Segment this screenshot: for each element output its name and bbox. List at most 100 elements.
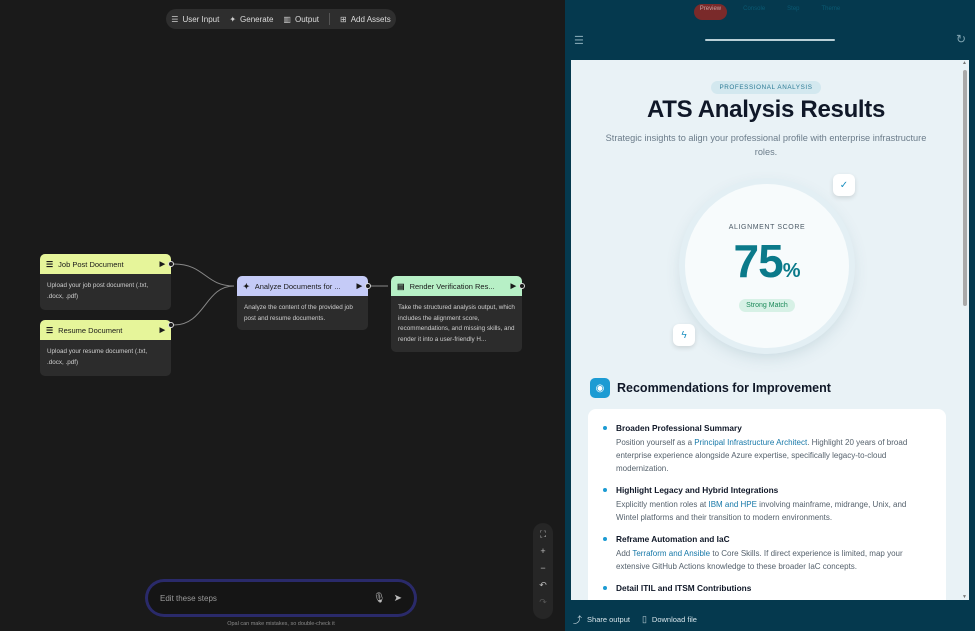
top-toolbar: ☰ User Input ✦ Generate ▥ Output ⊞ Add A… — [166, 9, 396, 29]
node-header[interactable]: ☰ Job Post Document ▶ — [40, 254, 171, 274]
node-job-post[interactable]: ☰ Job Post Document ▶ Upload your job po… — [40, 254, 171, 310]
output-port[interactable] — [168, 322, 174, 328]
prompt-inner: 🎙 ➤ — [148, 582, 414, 614]
recommendations-card: Broaden Professional Summary Position yo… — [588, 409, 946, 600]
output-port[interactable] — [168, 261, 174, 267]
list-item: Broaden Professional Summary Position yo… — [602, 423, 930, 475]
edit-steps-input[interactable] — [160, 593, 365, 603]
node-description: Analyze the content of the provided job … — [244, 304, 353, 322]
user-input-icon: ☰ — [46, 325, 54, 335]
add-assets-button[interactable]: ⊞ Add Assets — [340, 15, 391, 24]
recommendation-title: Detail ITIL and ITSM Contributions — [616, 583, 752, 593]
recommendation-text: Position yourself as a Principal Infrast… — [616, 436, 930, 475]
zoom-out-icon[interactable]: − — [540, 563, 545, 573]
file-icon: ▯ — [641, 613, 647, 624]
node-description: Upload your resume document (.txt, .docx… — [47, 348, 148, 366]
preview-content[interactable]: PROFESSIONAL ANALYSIS ATS Analysis Resul… — [571, 60, 969, 600]
node-resume[interactable]: ☰ Resume Document ▶ Upload your resume d… — [40, 320, 171, 376]
user-input-button[interactable]: ☰ User Input — [171, 15, 219, 24]
scroll-up-icon[interactable]: ▲ — [962, 60, 967, 66]
section-pill: PROFESSIONAL ANALYSIS — [571, 76, 961, 94]
toolbar-divider — [328, 13, 330, 25]
play-icon[interactable]: ▶ — [160, 326, 165, 334]
check-badge-icon: ✓ — [833, 174, 855, 196]
download-file-button[interactable]: ▯ Download file — [642, 614, 697, 625]
bullet-icon — [603, 426, 607, 430]
share-label: Share output — [587, 614, 630, 624]
play-icon[interactable]: ▶ — [160, 260, 165, 268]
output-button[interactable]: ▥ Output — [283, 15, 319, 24]
rec-text-pre: Position yourself as a — [616, 438, 695, 447]
sparkle-icon: ✦ — [243, 281, 250, 291]
rec-highlight: IBM and HPE — [708, 500, 757, 509]
recommendation-title: Highlight Legacy and Hybrid Integrations — [616, 485, 779, 495]
fit-view-icon[interactable]: ⛶ — [540, 529, 546, 539]
add-assets-label: Add Assets — [350, 14, 391, 24]
list-item: Reframe Automation and IaC Add Terraform… — [602, 534, 930, 573]
disclaimer-text: Opal can make mistakes, so double-check … — [227, 621, 335, 627]
node-title: Render Verification Res... — [409, 281, 495, 291]
recommendation-text: Add Terraform and Ansible to Core Skills… — [616, 547, 930, 573]
node-title: Analyze Documents for ... — [254, 281, 341, 291]
recommendation-text: Explicitly mention roles at IBM and HPE … — [616, 498, 930, 524]
play-icon[interactable]: ▶ — [357, 282, 362, 290]
recommendations-title: Recommendations for Improvement — [617, 381, 831, 395]
share-output-button[interactable]: ⤴ Share output — [573, 613, 630, 626]
undo-icon[interactable]: ↶ — [539, 580, 547, 590]
edge-resume-analyze — [173, 285, 235, 326]
bullet-icon — [603, 586, 607, 590]
tab-theme[interactable]: Theme — [816, 4, 847, 20]
zoom-in-icon[interactable]: + — [540, 546, 545, 556]
score-number: 75 — [733, 235, 784, 287]
output-label: Output — [294, 14, 319, 24]
generate-label: Generate — [240, 14, 274, 24]
node-analyze[interactable]: ✦ Analyze Documents for ... ▶ Analyze th… — [237, 276, 368, 330]
user-input-icon: ☰ — [46, 259, 54, 269]
node-header[interactable]: ✦ Analyze Documents for ... ▶ — [237, 276, 368, 296]
output-port[interactable] — [365, 283, 371, 289]
output-icon: ▤ — [397, 281, 405, 291]
generate-button[interactable]: ✦ Generate — [229, 15, 273, 24]
scrollbar-thumb[interactable] — [962, 70, 967, 306]
scroll-down-icon[interactable]: ▼ — [962, 594, 967, 600]
download-label: Download file — [651, 614, 697, 624]
microphone-icon[interactable]: 🎙 — [373, 593, 386, 604]
node-render[interactable]: ▤ Render Verification Res... ▶ Take the … — [391, 276, 522, 352]
score-badge-text: Strong Match — [739, 299, 795, 312]
page-title: ATS Analysis Results — [646, 96, 886, 123]
bullet-icon — [603, 488, 607, 492]
panel-tabs: Preview Console Step Theme — [565, 4, 975, 20]
alignment-score-circle: ALIGNMENT SCORE 75% Strong Match — [685, 184, 849, 348]
score-unit: % — [782, 260, 801, 282]
pill-text: PROFESSIONAL ANALYSIS — [711, 81, 821, 94]
scrollbar[interactable]: ▲ ▼ — [962, 60, 967, 600]
recommendation-title: Broaden Professional Summary — [616, 423, 742, 433]
node-header[interactable]: ☰ Resume Document ▶ — [40, 320, 171, 340]
score-badge: Strong Match — [685, 294, 849, 312]
restart-icon[interactable]: ↻ — [956, 32, 966, 46]
sparkle-icon: ✦ — [229, 14, 237, 24]
hamburger-menu-icon[interactable]: ☰ — [574, 34, 584, 47]
node-title: Job Post Document — [58, 259, 124, 269]
score-label: ALIGNMENT SCORE — [728, 224, 806, 231]
play-icon[interactable]: ▶ — [511, 282, 516, 290]
bullet-icon — [603, 537, 607, 541]
tab-step[interactable]: Step — [781, 4, 805, 20]
output-port[interactable] — [519, 283, 525, 289]
lightbulb-icon: ◉ — [590, 378, 610, 398]
user-input-icon: ☰ — [171, 14, 179, 24]
node-header[interactable]: ▤ Render Verification Res... ▶ — [391, 276, 522, 296]
rec-text-pre: Explicitly mention roles at — [616, 500, 709, 509]
node-description: Upload your job post document (.txt, .do… — [47, 282, 149, 300]
send-icon[interactable]: ➤ — [394, 593, 402, 604]
tab-console[interactable]: Console — [737, 4, 771, 20]
add-assets-icon: ⊞ — [339, 14, 347, 24]
bolt-badge-icon: ϟ — [673, 324, 695, 346]
share-icon: ⤴ — [573, 614, 583, 625]
flow-canvas[interactable]: ☰ User Input ✦ Generate ▥ Output ⊞ Add A… — [0, 0, 565, 631]
edit-steps-prompt: 🎙 ➤ — [145, 579, 417, 617]
recommendation-title: Reframe Automation and IaC — [616, 534, 730, 544]
tab-preview[interactable]: Preview — [693, 4, 728, 20]
recommendations-header: ◉ Recommendations for Improvement — [590, 378, 831, 398]
redo-icon[interactable]: ↷ — [539, 597, 547, 607]
